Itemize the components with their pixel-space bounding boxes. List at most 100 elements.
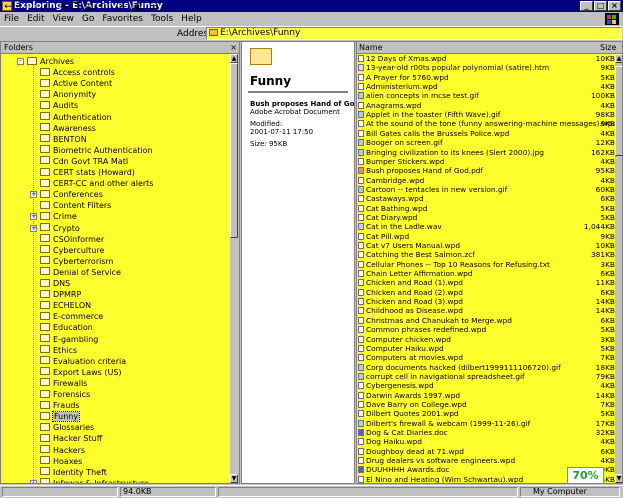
table-row[interactable]: Corp documents hacked (dilbert1999111106… [357, 363, 615, 372]
menu-go[interactable]: Go [78, 12, 98, 26]
table-row[interactable]: Christmas and Chanukah to Merge.wpd 6KB [357, 316, 615, 325]
copy-icon[interactable]: ❐ [71, 1, 81, 13]
properties-icon[interactable]: ▣ [132, 1, 142, 13]
table-row[interactable]: Cambridge.wpd 4KB [357, 176, 615, 185]
folder-tree-item[interactable]: Awareness [40, 123, 96, 134]
forward-dropdown-icon[interactable]: ▾ [33, 1, 39, 13]
folder-tree-item[interactable]: Cyberterrorism [40, 256, 113, 267]
table-row[interactable]: Bumper Stickers.wpd 4KB [357, 157, 615, 166]
table-row[interactable]: Chain Letter Affirmation.wpd 6KB [357, 269, 615, 278]
folder-tree-item[interactable]: E-commerce [40, 311, 103, 322]
table-row[interactable]: Castaways.wpd 6KB [357, 194, 615, 203]
table-row[interactable]: Booger on screen.gif 12KB [357, 138, 615, 147]
folder-tree-item[interactable]: - Archives [17, 56, 74, 67]
folder-tree-item[interactable]: - Infowar & Infrastructure [30, 478, 149, 483]
table-row[interactable]: Catching the Best Salmon.zcf 381KB [357, 250, 615, 259]
views-icon[interactable]: ☷ [148, 1, 160, 13]
table-row[interactable]: Chicken and Road (2).wpd 6KB [357, 288, 615, 297]
folder-tree-item[interactable]: ECHELON [40, 300, 91, 311]
maximize-button[interactable]: □ [594, 1, 607, 11]
forward-arrow-icon[interactable]: → [22, 1, 32, 13]
close-folders-icon[interactable]: × [230, 42, 237, 53]
table-row[interactable]: Bringing civilization to its knees (Sier… [357, 148, 615, 157]
cut-icon[interactable]: ✂ [58, 1, 68, 13]
folder-tree-item[interactable]: + Crypto [30, 223, 80, 234]
table-row[interactable]: Cat in the Ladle.wav 1,044KB [357, 222, 615, 231]
up-folder-icon[interactable]: ⇧ [43, 1, 53, 13]
table-row[interactable]: 12 Days of Xmas.wpd 10KB [357, 54, 615, 63]
menu-view[interactable]: View [49, 12, 78, 26]
folder-tree-item[interactable]: Active Content [40, 78, 112, 89]
table-row[interactable]: Doughboy dead at 71.wpd 6KB [357, 447, 615, 456]
paste-icon[interactable]: ▤ [84, 1, 94, 13]
folder-tree-item[interactable]: Evaluation criteria [40, 356, 126, 367]
scroll-up-icon[interactable]: ▲ [230, 54, 238, 63]
table-row[interactable]: Childhood as Disease.wpd 14KB [357, 306, 615, 315]
folder-tree-item[interactable]: Biometric Authentication [40, 145, 153, 156]
table-row[interactable]: Chicken and Road (1).wpd 11KB [357, 278, 615, 287]
table-row[interactable]: Computers at movies.wpd 7KB [357, 353, 615, 362]
table-row[interactable]: Cat v7 Users Manual.wpd 10KB [357, 241, 615, 250]
folder-tree-item[interactable]: Audits [40, 100, 78, 111]
table-row[interactable]: Dave Barry on College.wpd 7KB [357, 400, 615, 409]
folder-tree-item[interactable]: Frauds [40, 400, 80, 411]
folder-tree-item[interactable]: Denial of Service [40, 267, 121, 278]
table-row[interactable]: Drug dealers vs software engineers.wpd 4K… [357, 456, 615, 465]
table-row[interactable]: Dog & Cat Diaries.doc 32KB [357, 428, 615, 437]
table-row[interactable]: Cartoon -- tentacles in new version.gif 6… [357, 185, 615, 194]
table-row[interactable]: Bill Gates calls the Brussels Police.wpd… [357, 129, 615, 138]
folder-tree-item[interactable]: Anonymity [40, 89, 96, 100]
folders-scrollbar[interactable]: ▲ ▼ [230, 54, 239, 483]
size-column-header[interactable]: Size [600, 42, 616, 53]
folder-tree-item[interactable]: Hacker Stuff [40, 433, 102, 444]
folder-tree-item[interactable]: E-gambling [40, 334, 98, 345]
menu-edit[interactable]: Edit [23, 12, 48, 26]
table-row[interactable]: corrupt cell in navigational spreadsheet… [357, 372, 615, 381]
folder-tree-item[interactable]: Forensics [40, 389, 90, 400]
address-input[interactable]: E:\Archives\Funny [206, 27, 622, 40]
name-column-header[interactable]: Name [359, 42, 383, 53]
folder-tree-item[interactable]: DNS [40, 278, 70, 289]
folder-tree-item[interactable]: CERT-CC and other alerts [40, 178, 153, 189]
table-row[interactable]: At the sound of the tone (funny answerin… [357, 119, 617, 128]
folder-tree-item[interactable]: Glossaries [40, 422, 94, 433]
table-row[interactable]: Chicken and Road (3).wpd 14KB [357, 297, 615, 306]
menu-favorites[interactable]: Favorites [98, 12, 147, 26]
table-row[interactable]: Dog Haiku.wpd 4KB [357, 437, 615, 446]
folder-tree-item[interactable]: Firewalls [40, 378, 87, 389]
folder-tree-item[interactable]: + Crime [30, 211, 77, 222]
table-row[interactable]: Cat Bathing.wpd 5KB [357, 204, 615, 213]
folder-tree-item[interactable]: Hoaxes [40, 456, 82, 467]
back-arrow-icon[interactable]: ← [3, 1, 13, 13]
folder-tree-item[interactable]: CERT stats (Howard) [40, 167, 135, 178]
folder-tree-item[interactable]: Content Filters [40, 200, 111, 211]
table-row[interactable]: Computer chicken.wpd 3KB [357, 335, 615, 344]
folder-tree-item[interactable]: Education [40, 322, 93, 333]
table-row[interactable]: Anagrams.wpd 4KB [357, 101, 615, 110]
table-row[interactable]: Dilbert Quotes 2001.wpd 5KB [357, 409, 615, 418]
folder-tree-item[interactable]: Hackers [40, 445, 85, 456]
folder-tree-item[interactable]: Authentication [40, 112, 112, 123]
table-row[interactable]: Cybergenesis.wpd 4KB [357, 381, 615, 390]
menu-tools[interactable]: Tools [147, 12, 177, 26]
folder-tree-item[interactable]: DPMRP [40, 289, 81, 300]
table-row[interactable]: Cat Diary.wpd 5KB [357, 213, 615, 222]
table-row[interactable]: Cat Pill.wpd 9KB [357, 232, 615, 241]
back-dropdown-icon[interactable]: ▾ [14, 1, 20, 13]
undo-icon[interactable]: ↶ [97, 1, 107, 13]
menu-help[interactable]: Help [177, 12, 206, 26]
minimize-button[interactable]: _ [580, 1, 593, 11]
list-scroll-up-icon[interactable]: ▲ [615, 54, 622, 63]
folder-tree-item[interactable]: Export Laws (US) [40, 367, 122, 378]
file-list-scrollbar[interactable]: ▲ ▼ [615, 54, 622, 483]
collapse-icon[interactable]: - [17, 58, 24, 65]
table-row[interactable]: Administerium.wpd 4KB [357, 82, 615, 91]
table-row[interactable]: Applet in the toaster (Fifth Wave).gif 98… [357, 110, 615, 119]
folder-tree-item[interactable]: Funny [40, 411, 81, 423]
folder-tree-item[interactable]: Cdn Govt TRA Matl [40, 156, 128, 167]
table-row[interactable]: A Prayer for 5760.wpd 5KB [357, 73, 615, 82]
table-row[interactable]: Darwin Awards 1997.wpd 14KB [357, 391, 615, 400]
table-row[interactable]: Cellular Phones -- Top 10 Reasons for Re… [357, 260, 615, 269]
folder-tree-item[interactable]: BENTON [40, 134, 87, 145]
delete-icon[interactable]: ✕ [117, 1, 127, 13]
